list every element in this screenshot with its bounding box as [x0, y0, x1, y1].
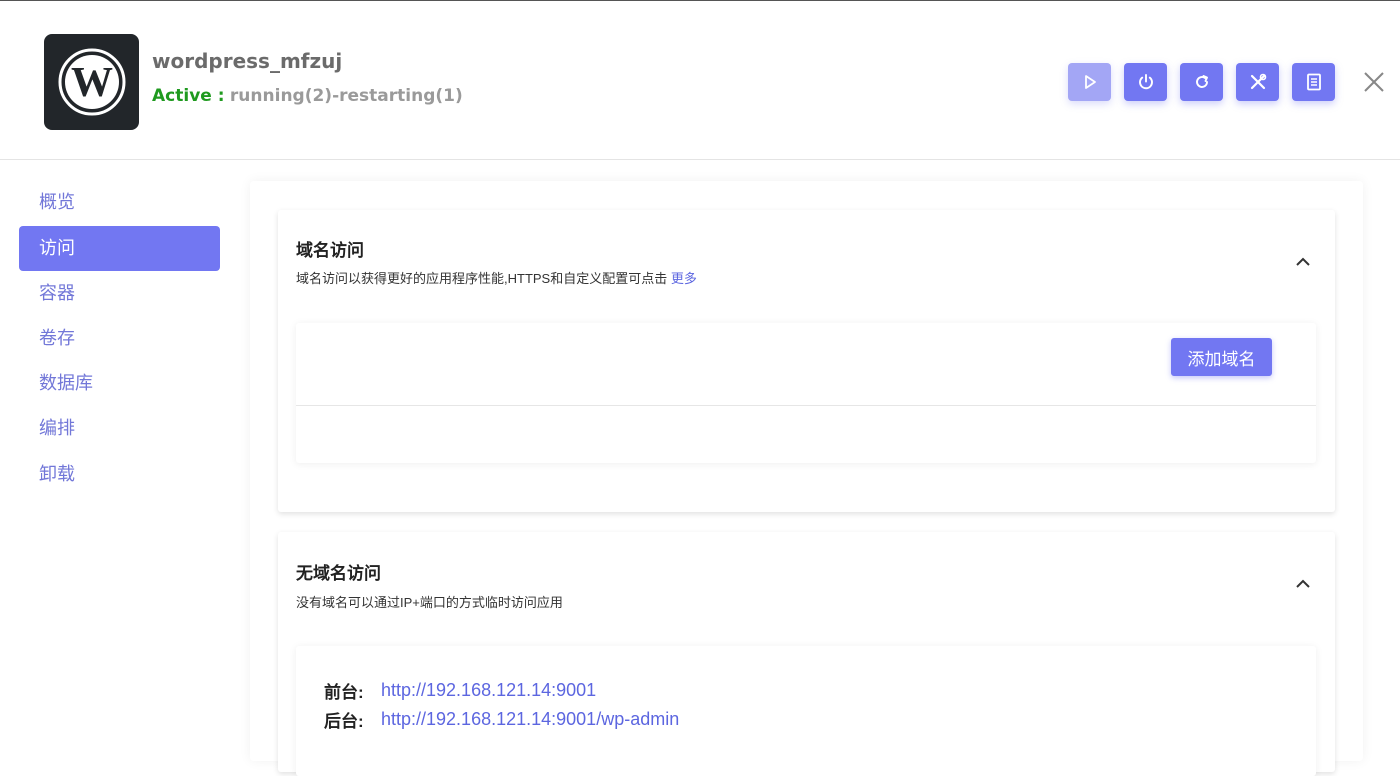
- play-icon: [1084, 75, 1096, 89]
- frontend-url-link[interactable]: http://192.168.121.14:9001: [381, 680, 596, 701]
- backend-url-link[interactable]: http://192.168.121.14:9001/wp-admin: [381, 709, 679, 730]
- domain-list-panel: 添加域名: [296, 323, 1316, 463]
- access-links-panel: 前台: http://192.168.121.14:9001 后台: http:…: [296, 646, 1316, 776]
- logs-button[interactable]: [1292, 63, 1335, 101]
- wordpress-logo-icon: W: [44, 34, 139, 130]
- action-toolbar: [1068, 63, 1348, 101]
- domain-access-title: 域名访问: [296, 241, 364, 260]
- sidebar-item-compose[interactable]: 编排: [19, 406, 220, 451]
- add-domain-button[interactable]: 添加域名: [1171, 338, 1272, 376]
- refresh-icon: [1195, 75, 1208, 88]
- domain-access-card: 域名访问 域名访问以获得更好的应用程序性能,HTTPS和自定义配置可点击 更多 …: [278, 210, 1335, 512]
- sidebar-item-containers[interactable]: 容器: [19, 271, 220, 316]
- tools-icon: [1250, 73, 1266, 90]
- domain-access-description: 域名访问以获得更好的应用程序性能,HTTPS和自定义配置可点击 更多: [296, 268, 697, 287]
- status-value: running(2)-restarting(1): [229, 86, 463, 106]
- divider: [296, 405, 1316, 406]
- frontend-link-row: 前台: http://192.168.121.14:9001: [324, 678, 596, 703]
- no-domain-access-title: 无域名访问: [296, 564, 381, 583]
- close-icon: [1364, 72, 1384, 92]
- stop-button[interactable]: [1124, 63, 1167, 101]
- sidebar-item-database[interactable]: 数据库: [19, 361, 220, 406]
- app-header: W wordpress_mfzuj Active : running(2)-re…: [0, 0, 1400, 160]
- app-name: wordpress_mfzuj: [152, 49, 343, 73]
- close-button[interactable]: [1362, 70, 1386, 94]
- backend-label: 后台:: [324, 712, 364, 731]
- restart-button[interactable]: [1180, 63, 1223, 101]
- sidebar-item-access[interactable]: 访问: [19, 226, 220, 271]
- sidebar-item-volumes[interactable]: 卷存: [19, 316, 220, 361]
- more-link[interactable]: 更多: [671, 271, 697, 286]
- settings-button[interactable]: [1236, 63, 1279, 101]
- frontend-label: 前台:: [324, 683, 364, 702]
- no-domain-access-description: 没有域名可以通过IP+端口的方式临时访问应用: [296, 595, 563, 610]
- no-domain-access-card: 无域名访问 没有域名可以通过IP+端口的方式临时访问应用 前台: http://…: [278, 532, 1335, 776]
- collapse-chevron-icon[interactable]: [1293, 252, 1313, 272]
- start-button[interactable]: [1068, 63, 1111, 101]
- domain-access-description-text: 域名访问以获得更好的应用程序性能,HTTPS和自定义配置可点击: [296, 271, 668, 286]
- collapse-chevron-icon[interactable]: [1293, 574, 1313, 594]
- app-status: Active : running(2)-restarting(1): [152, 86, 463, 106]
- sidebar-item-overview[interactable]: 概览: [19, 180, 220, 225]
- backend-link-row: 后台: http://192.168.121.14:9001/wp-admin: [324, 707, 679, 732]
- status-label: Active :: [152, 86, 225, 106]
- svg-text:W: W: [71, 60, 113, 106]
- power-icon: [1138, 74, 1153, 90]
- document-icon: [1306, 73, 1321, 91]
- sidebar-item-uninstall[interactable]: 卸载: [19, 452, 220, 497]
